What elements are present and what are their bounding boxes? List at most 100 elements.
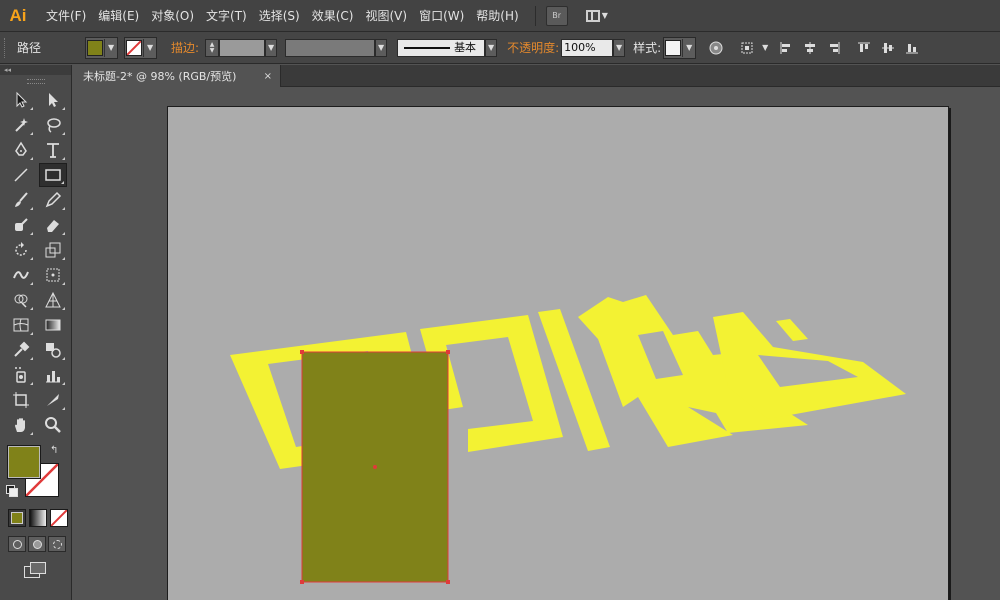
fill-color-box[interactable] [7,445,41,479]
free-transform-tool-icon[interactable] [39,263,67,287]
align-horizontal-center-icon[interactable] [802,41,818,55]
stroke-label[interactable]: 描边: [171,39,199,56]
fill-color-dropdown[interactable]: ▼ [85,36,119,59]
selection-tool-icon[interactable] [7,88,35,112]
fill-stroke-widget: ↰ [0,445,71,505]
align-left-icon[interactable] [778,41,794,55]
swap-fill-stroke-icon[interactable]: ↰ [50,445,58,456]
menu-select[interactable]: 选择(S) [253,7,306,24]
artboard[interactable] [167,106,949,600]
perspective-grid-tool-icon[interactable] [39,288,67,312]
menu-window[interactable]: 窗口(W) [413,7,470,24]
magic-wand-tool-icon[interactable] [7,113,35,137]
workspace-dropdown-icon[interactable]: ▼ [602,11,608,20]
rotate-tool-icon[interactable] [7,238,35,262]
line-segment-tool-icon[interactable] [7,163,35,187]
close-icon[interactable]: × [264,71,272,82]
slice-tool-icon[interactable] [39,388,67,412]
fill-swatch [87,39,104,56]
eyedropper-tool-icon[interactable] [7,338,35,362]
selection-handle-top-left [300,350,304,354]
shape-builder-tool-icon[interactable] [7,288,35,312]
chevron-down-icon: ▼ [104,38,117,57]
tools-panel-collapse[interactable]: ◂◂ [0,65,71,75]
menu-help[interactable]: 帮助(H) [470,7,524,24]
selection-handle-bottom-right [446,580,450,584]
glyph-3-shape [578,295,808,447]
menu-effect[interactable]: 效果(C) [306,7,360,24]
menu-bar: Ai 文件(F) 编辑(E) 对象(O) 文字(T) 选择(S) 效果(C) 视… [0,0,1000,32]
blend-tool-icon[interactable] [39,338,67,362]
opacity-dropdown[interactable]: ▼ [613,38,626,57]
stroke-weight-dropdown[interactable]: ▼ [265,38,278,57]
align-top-icon[interactable] [856,41,872,55]
default-fill-stroke-icon[interactable] [6,485,18,497]
draw-inside-icon[interactable] [48,536,66,552]
color-mode-none-icon[interactable] [50,509,68,527]
variable-width-profile[interactable] [285,38,376,57]
selection-center-point [373,465,377,469]
brush-dropdown[interactable]: ▼ [485,38,498,57]
menu-view[interactable]: 视图(V) [359,7,413,24]
hand-tool-icon[interactable] [7,413,35,437]
eraser-tool-icon[interactable] [39,213,67,237]
pen-tool-icon[interactable] [7,138,35,162]
column-graph-tool-icon[interactable] [39,363,67,387]
zoom-tool-icon[interactable] [39,413,67,437]
direct-selection-tool-icon[interactable] [39,88,67,112]
tools-panel: ◂◂ ↰ [0,65,72,600]
opacity-label[interactable]: 不透明度: [507,39,559,56]
pencil-tool-icon[interactable] [39,188,67,212]
stroke-none-swatch [126,39,143,56]
draw-mode-buttons [0,536,71,552]
artboard-tool-icon[interactable] [7,388,35,412]
selection-handle-bottom-left [300,580,304,584]
lasso-tool-icon[interactable] [39,113,67,137]
menu-file[interactable]: 文件(F) [40,7,92,24]
object-type-label: 路径 [17,41,42,55]
rectangle-tool-icon[interactable] [39,163,67,187]
paintbrush-tool-icon[interactable] [7,188,35,212]
draw-normal-icon[interactable] [8,536,26,552]
scale-tool-icon[interactable] [39,238,67,262]
control-bar-grip[interactable] [4,37,9,58]
profile-dropdown[interactable]: ▼ [375,38,388,57]
menu-type[interactable]: 文字(T) [200,7,253,24]
stroke-weight-field[interactable] [219,38,266,57]
menu-object[interactable]: 对象(O) [145,7,200,24]
align-bottom-icon[interactable] [904,41,920,55]
draw-behind-icon[interactable] [28,536,46,552]
workspace-layout-icon[interactable] [585,9,600,22]
opacity-field[interactable]: 100% [561,38,614,57]
blob-brush-tool-icon[interactable] [7,213,35,237]
tools-panel-grip[interactable] [26,79,45,84]
stroke-weight-stepper[interactable]: ▲ ▼ [205,38,220,57]
stroke-color-dropdown[interactable]: ▼ [124,36,158,59]
align-right-icon[interactable] [826,41,842,55]
bridge-button[interactable]: Br [545,5,568,26]
artwork [230,295,906,584]
symbol-sprayer-tool-icon[interactable] [7,363,35,387]
graphic-style-swatch [665,39,682,56]
control-bar: 路径 ▼ ▼ 描边: ▲ ▼ ▼ ▼ 基本 ▼ 不透明度: 100% ▼ 样式: … [0,32,1000,64]
width-tool-icon[interactable] [7,263,35,287]
selection-handle-top-right [446,350,450,354]
chevron-down-icon: ▼ [682,38,695,57]
document-tab-title: 未标题-2* @ 98% (RGB/预览) [83,70,237,83]
screen-mode-icon[interactable] [24,562,46,578]
color-mode-gradient-icon[interactable] [29,509,47,527]
canvas-area[interactable] [73,88,1000,600]
type-tool-icon[interactable] [39,138,67,162]
color-mode-color-icon[interactable] [8,509,26,527]
chevron-down-icon[interactable]: ▼ [762,43,768,52]
brush-definition[interactable]: 基本 [397,38,486,57]
align-to-selection-icon[interactable] [740,41,756,55]
document-tab[interactable]: 未标题-2* @ 98% (RGB/预览) × [73,65,281,87]
recolor-artwork-icon[interactable] [708,41,724,55]
graphic-style-dropdown[interactable]: ▼ [663,36,697,59]
gradient-tool-icon[interactable] [39,313,67,337]
menu-edit[interactable]: 编辑(E) [92,7,145,24]
align-vertical-center-icon[interactable] [880,41,896,55]
style-label: 样式: [633,41,662,55]
mesh-tool-icon[interactable] [7,313,35,337]
